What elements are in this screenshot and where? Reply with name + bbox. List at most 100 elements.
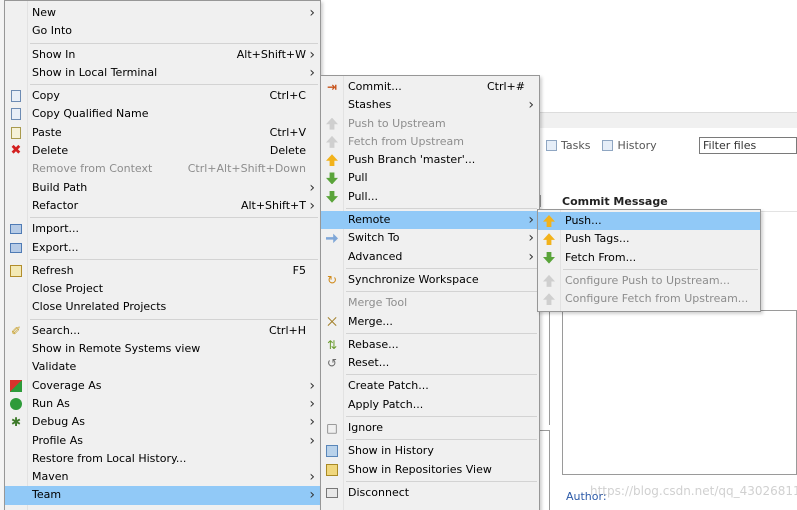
- switch-icon: [325, 231, 339, 245]
- menu-item-label: Refresh: [32, 263, 74, 277]
- menu-item-label: Team: [32, 488, 62, 502]
- menu-item-maven[interactable]: Maven ›: [5, 468, 320, 486]
- submenu-arrow-icon: ›: [309, 377, 315, 394]
- menu-item-label: Refactor: [32, 198, 79, 212]
- menu-item-new[interactable]: New ›: [5, 4, 320, 22]
- menu-item-label: Merge Tool: [348, 296, 408, 310]
- menu-item-label: Show In: [32, 47, 76, 61]
- menu-item-show-in[interactable]: Show In Alt+Shift+W ›: [5, 46, 320, 64]
- menu-item-debug-as[interactable]: ✱ Debug As ›: [5, 413, 320, 431]
- menu-item-delete[interactable]: ✖ Delete Delete: [5, 142, 320, 160]
- menu-item-refactor[interactable]: Refactor Alt+Shift+T ›: [5, 197, 320, 215]
- menu-item-show-in-remote-systems-view[interactable]: Show in Remote Systems view: [5, 340, 320, 358]
- menu-item-commit[interactable]: ⇥ Commit... Ctrl+#: [321, 78, 539, 96]
- menu-item-label: Merge...: [348, 314, 393, 328]
- menu-item-profile-as[interactable]: Profile As ›: [5, 432, 320, 450]
- commit-detail-panel: [562, 310, 797, 475]
- menu-item-shortcut: Delete: [269, 144, 306, 158]
- menu-item-restore-from-local-history[interactable]: Restore from Local History...: [5, 450, 320, 468]
- menu-item-stashes[interactable]: Stashes ›: [321, 96, 539, 114]
- submenu-arrow-icon: ›: [528, 212, 534, 229]
- copy-icon: [9, 89, 23, 103]
- merge-tool-icon: [325, 296, 339, 310]
- menu-item-show-in-local-terminal[interactable]: Show in Local Terminal ›: [5, 64, 320, 82]
- menu-item-disconnect[interactable]: Disconnect: [321, 484, 539, 502]
- tab-history[interactable]: History: [602, 138, 657, 152]
- menu-item-label: Close Unrelated Projects: [32, 300, 167, 314]
- menu-item-switch-to[interactable]: Switch To ›: [321, 229, 539, 247]
- tab-tasks-label: Tasks: [561, 138, 591, 152]
- menu-item-label: Close Project: [32, 282, 104, 296]
- menu-item-label: Profile As: [32, 433, 83, 447]
- menu-item-validate[interactable]: Validate: [5, 358, 320, 376]
- menu-item-import[interactable]: Import...: [5, 220, 320, 238]
- menu-item-configure-push-to-upstream[interactable]: Configure Push to Upstream...: [538, 272, 760, 290]
- menu-item-paste[interactable]: Paste Ctrl+V: [5, 124, 320, 142]
- menu-item-remove-from-context[interactable]: Remove from Context Ctrl+Alt+Shift+Down: [5, 160, 320, 178]
- menu-item-reset[interactable]: ↺ Reset...: [321, 354, 539, 372]
- menu-item-merge-tool[interactable]: Merge Tool: [321, 294, 539, 312]
- menu-item-build-path[interactable]: Build Path ›: [5, 179, 320, 197]
- menu-item-remote[interactable]: Remote ›: [321, 211, 539, 230]
- menu-item-label: Paste: [32, 125, 62, 139]
- tab-history-label: History: [617, 138, 657, 152]
- menu-item-label: Configure Fetch from Upstream...: [565, 292, 749, 306]
- menu-item-rebase[interactable]: ⇅ Rebase...: [321, 336, 539, 354]
- menu-item-push-to-upstream[interactable]: Push to Upstream: [321, 115, 539, 133]
- menu-item-go-into[interactable]: Go Into: [5, 22, 320, 40]
- filter-files-input[interactable]: Filter files: [699, 137, 797, 154]
- push-icon: [542, 214, 556, 228]
- submenu-arrow-icon: ›: [309, 469, 315, 486]
- refresh-icon: [9, 264, 23, 278]
- menu-item-show-in-history[interactable]: Show in History: [321, 442, 539, 460]
- menu-item-advanced[interactable]: Advanced ›: [321, 248, 539, 266]
- menu-item-create-patch[interactable]: Create Patch...: [321, 377, 539, 395]
- menu-item-label: Coverage As: [32, 378, 102, 392]
- menu-item-run-as[interactable]: Run As ›: [5, 395, 320, 413]
- menu-item-copy[interactable]: Copy Ctrl+C: [5, 87, 320, 105]
- push-tags-icon: [542, 232, 556, 246]
- menu-item-label: Stashes: [348, 98, 392, 112]
- search-icon: ✐: [10, 323, 22, 338]
- menu-item-push-tags[interactable]: Push Tags...: [538, 230, 760, 248]
- merge-icon: ⨉: [327, 314, 337, 329]
- menu-item-push-branch-master[interactable]: Push Branch 'master'...: [321, 151, 539, 169]
- menu-item-shortcut: Ctrl+H: [268, 323, 306, 337]
- configure-fetch-icon: [542, 292, 556, 306]
- menu-item-pull[interactable]: Pull...: [321, 188, 539, 206]
- menu-item-export[interactable]: Export...: [5, 239, 320, 257]
- team-submenu: ⇥ Commit... Ctrl+# Stashes › Push to Upstream…: [320, 75, 540, 510]
- menu-item-merge[interactable]: ⨉ Merge...: [321, 313, 539, 331]
- menu-item-coverage-as[interactable]: Coverage As ›: [5, 377, 320, 395]
- menu-item-label: Export...: [32, 240, 79, 254]
- menu-item-label: Search...: [32, 323, 81, 337]
- menu-item-ignore[interactable]: □ Ignore: [321, 419, 539, 437]
- menu-item-copy-qualified-name[interactable]: Copy Qualified Name: [5, 105, 320, 123]
- menu-item-show-in-repositories-view[interactable]: Show in Repositories View: [321, 461, 539, 479]
- menu-item-close-project[interactable]: Close Project: [5, 280, 320, 298]
- menu-item-label: Rebase...: [348, 337, 399, 351]
- submenu-arrow-icon: ›: [528, 248, 534, 265]
- menu-item-apply-patch[interactable]: Apply Patch...: [321, 396, 539, 414]
- menu-item-fetch-from-upstream[interactable]: Fetch from Upstream: [321, 133, 539, 151]
- remove-from-context-icon: [9, 162, 23, 176]
- menu-item-label: Validate: [32, 360, 77, 374]
- tab-tasks[interactable]: Tasks: [546, 139, 590, 152]
- menu-item-push[interactable]: Push...: [538, 212, 760, 231]
- tasks-icon: [546, 139, 557, 151]
- menu-item-close-unrelated-projects[interactable]: Close Unrelated Projects: [5, 298, 320, 316]
- menu-item-refresh[interactable]: Refresh F5: [5, 262, 320, 280]
- remote-submenu: Push... Push Tags... Fetch From... Configur…: [537, 209, 761, 312]
- menu-item-pull[interactable]: Pull: [321, 169, 539, 187]
- menu-item-team[interactable]: Team ›: [5, 486, 320, 505]
- menu-item-label: Copy Qualified Name: [32, 107, 149, 121]
- menu-item-label: Build Path: [32, 180, 88, 194]
- menu-item-configure-fetch-from-upstream[interactable]: Configure Fetch from Upstream...: [538, 290, 760, 308]
- menu-item-fetch-from[interactable]: Fetch From...: [538, 249, 760, 267]
- menu-item-label: Configure Push to Upstream...: [565, 273, 731, 287]
- menu-item-label: Push...: [565, 214, 602, 227]
- menu-item-synchronize-workspace[interactable]: ↻ Synchronize Workspace: [321, 271, 539, 289]
- menu-item-search[interactable]: ✐ Search... Ctrl+H: [5, 322, 320, 340]
- commit-message-column[interactable]: Commit Message: [562, 195, 668, 208]
- repository-icon: [325, 463, 339, 477]
